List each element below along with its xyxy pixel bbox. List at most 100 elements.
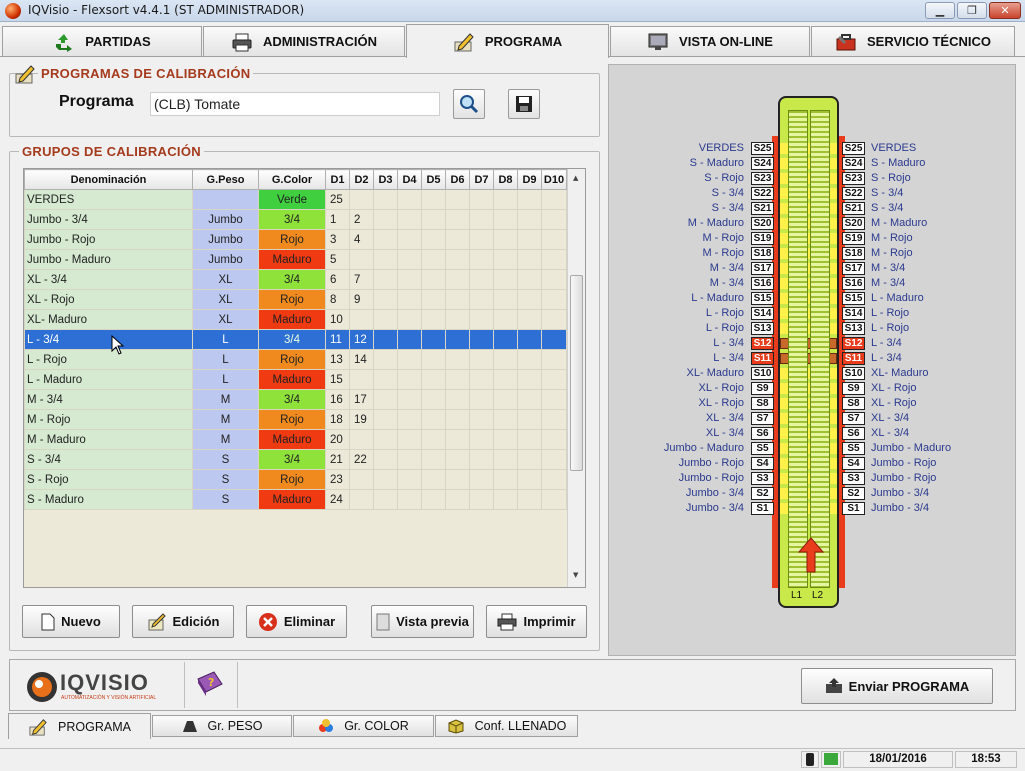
cell-color[interactable]: Maduro — [258, 369, 326, 390]
column-header[interactable]: G.Color — [258, 169, 326, 190]
cell-d4[interactable] — [397, 449, 422, 470]
cell-d4[interactable] — [397, 389, 422, 410]
cell-color[interactable]: 3/4 — [258, 329, 326, 350]
cell-d7[interactable] — [469, 449, 494, 470]
output-slot-right[interactable]: S9 — [842, 382, 865, 395]
output-slot-left[interactable]: S15 — [751, 292, 774, 305]
scroll-down-icon[interactable]: ▼ — [573, 571, 578, 579]
cell-d9[interactable] — [517, 429, 542, 450]
cell-color[interactable]: 3/4 — [258, 209, 326, 230]
cell-denominacion[interactable]: L - 3/4 — [24, 329, 193, 350]
cell-d10[interactable] — [541, 289, 567, 310]
cell-peso[interactable]: Jumbo — [192, 229, 259, 250]
table-scrollbar[interactable]: ▲ ▼ — [567, 169, 585, 587]
save-button[interactable] — [508, 89, 540, 119]
column-header[interactable]: D9 — [517, 169, 542, 190]
cell-d1[interactable]: 1 — [325, 209, 350, 230]
cell-d4[interactable] — [397, 349, 422, 370]
cell-d8[interactable] — [493, 389, 518, 410]
table-row[interactable]: XL - Rojo XL Rojo 8 9 — [24, 289, 567, 310]
column-header[interactable]: D1 — [325, 169, 350, 190]
cell-d4[interactable] — [397, 249, 422, 270]
cell-d10[interactable] — [541, 189, 567, 210]
cell-denominacion[interactable]: Jumbo - Maduro — [24, 249, 193, 270]
cell-d2[interactable]: 22 — [349, 449, 374, 470]
cell-denominacion[interactable]: M - 3/4 — [24, 389, 193, 410]
cell-d1[interactable]: 11 — [325, 329, 350, 350]
cell-d2[interactable] — [349, 429, 374, 450]
column-header[interactable]: D6 — [445, 169, 470, 190]
cell-d8[interactable] — [493, 329, 518, 350]
cell-d5[interactable] — [421, 289, 446, 310]
table-row[interactable]: S - 3/4 S 3/4 21 22 — [24, 449, 567, 470]
cell-d6[interactable] — [445, 429, 470, 450]
cell-d2[interactable]: 14 — [349, 349, 374, 370]
output-slot-right[interactable]: S6 — [842, 427, 865, 440]
cell-d1[interactable]: 6 — [325, 269, 350, 290]
cell-d6[interactable] — [445, 309, 470, 330]
output-slot-right[interactable]: S10 — [842, 367, 865, 380]
cell-d2[interactable] — [349, 249, 374, 270]
cell-d7[interactable] — [469, 229, 494, 250]
close-button[interactable]: ✕ — [989, 2, 1021, 19]
output-slot-right[interactable]: S18 — [842, 247, 865, 260]
cell-peso[interactable]: L — [192, 329, 259, 350]
cell-d10[interactable] — [541, 329, 567, 350]
cell-peso[interactable]: M — [192, 409, 259, 430]
output-slot-right[interactable]: S21 — [842, 202, 865, 215]
cell-d3[interactable] — [373, 449, 398, 470]
output-slot-right[interactable]: S15 — [842, 292, 865, 305]
cell-d5[interactable] — [421, 349, 446, 370]
cell-d10[interactable] — [541, 369, 567, 390]
scroll-up-icon[interactable]: ▲ — [573, 174, 578, 182]
cell-denominacion[interactable]: S - Maduro — [24, 489, 193, 510]
cell-color[interactable]: Rojo — [258, 349, 326, 370]
cell-d3[interactable] — [373, 189, 398, 210]
cell-d5[interactable] — [421, 329, 446, 350]
cell-d8[interactable] — [493, 469, 518, 490]
cell-d9[interactable] — [517, 489, 542, 510]
maximize-button[interactable]: ❐ — [957, 2, 987, 19]
cell-d1[interactable]: 3 — [325, 229, 350, 250]
cell-d10[interactable] — [541, 389, 567, 410]
cell-d3[interactable] — [373, 269, 398, 290]
cell-d9[interactable] — [517, 449, 542, 470]
cell-d6[interactable] — [445, 229, 470, 250]
cell-peso[interactable] — [192, 189, 259, 210]
cell-d9[interactable] — [517, 269, 542, 290]
cell-d2[interactable] — [349, 309, 374, 330]
cell-color[interactable]: 3/4 — [258, 269, 326, 290]
cell-d6[interactable] — [445, 269, 470, 290]
output-slot-right[interactable]: S13 — [842, 322, 865, 335]
output-slot-left[interactable]: S25 — [751, 142, 774, 155]
edit-button[interactable]: Edición — [132, 605, 234, 638]
cell-d2[interactable]: 2 — [349, 209, 374, 230]
cell-d1[interactable]: 21 — [325, 449, 350, 470]
cell-d7[interactable] — [469, 389, 494, 410]
cell-d9[interactable] — [517, 309, 542, 330]
cell-d5[interactable] — [421, 489, 446, 510]
output-slot-left[interactable]: S1 — [751, 502, 774, 515]
cell-d6[interactable] — [445, 489, 470, 510]
cell-d3[interactable] — [373, 209, 398, 230]
cell-d1[interactable]: 23 — [325, 469, 350, 490]
scrollbar-thumb[interactable] — [570, 275, 583, 471]
output-slot-left[interactable]: S10 — [751, 367, 774, 380]
cell-d3[interactable] — [373, 389, 398, 410]
table-row[interactable]: Jumbo - Maduro Jumbo Maduro 5 — [24, 249, 567, 270]
output-slot-left[interactable]: S12 — [751, 337, 774, 350]
table-row[interactable]: S - Rojo S Rojo 23 — [24, 469, 567, 490]
cell-d6[interactable] — [445, 329, 470, 350]
output-slot-right[interactable]: S11 — [842, 352, 865, 365]
column-header[interactable]: D5 — [421, 169, 446, 190]
output-slot-left[interactable]: S8 — [751, 397, 774, 410]
cell-d5[interactable] — [421, 229, 446, 250]
cell-d1[interactable]: 20 — [325, 429, 350, 450]
output-slot-left[interactable]: S19 — [751, 232, 774, 245]
tab-programa[interactable]: PROGRAMA — [406, 24, 609, 58]
cell-color[interactable]: Maduro — [258, 489, 326, 510]
cell-peso[interactable]: XL — [192, 289, 259, 310]
cell-d1[interactable]: 25 — [325, 189, 350, 210]
cell-d4[interactable] — [397, 369, 422, 390]
cell-color[interactable]: Rojo — [258, 469, 326, 490]
